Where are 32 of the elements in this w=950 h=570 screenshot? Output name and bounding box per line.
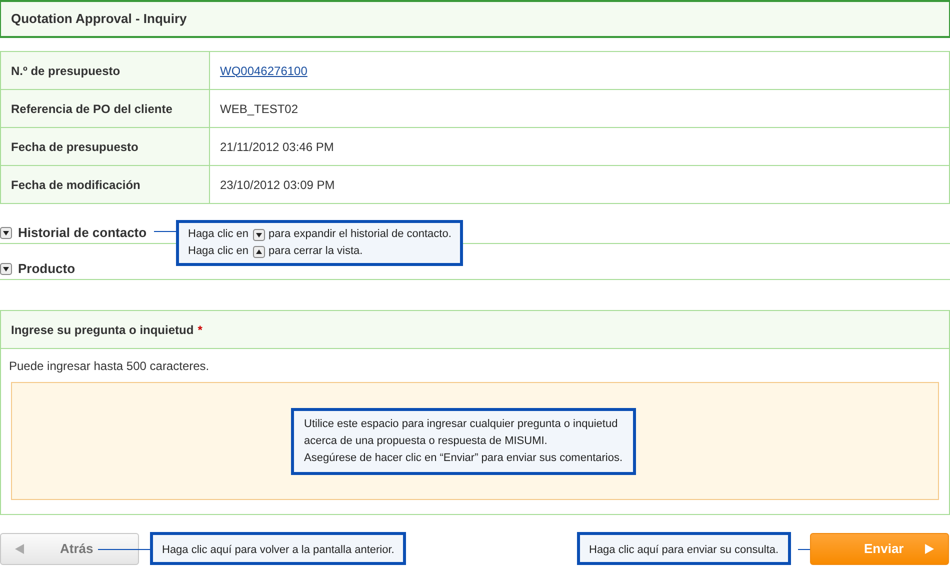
back-button[interactable]: Atrás <box>0 533 139 565</box>
field-value: 21/11/2012 03:46 PM <box>210 128 950 166</box>
inquiry-title: Ingrese su pregunta o inquietud <box>11 322 194 338</box>
callout-text: Asegúrese de hacer clic en “Enviar” para enviar sus comentarios. <box>304 451 623 466</box>
right-arrow-icon <box>925 544 934 554</box>
callout-text: para expandir el historial de contacto. <box>268 227 452 242</box>
field-value: WEB_TEST02 <box>210 90 950 128</box>
required-mark: * <box>198 322 202 338</box>
section-title[interactable]: Historial de contacto <box>18 222 147 242</box>
callout: Haga clic aquí para volver a la pantalla anterior. <box>150 532 406 565</box>
callout-text: Haga clic en <box>188 244 249 260</box>
field-label: Fecha de modificación <box>0 166 210 204</box>
expand-icon[interactable] <box>0 226 12 238</box>
left-arrow-icon <box>15 544 24 554</box>
expand-icon[interactable] <box>0 262 12 274</box>
field-label: Referencia de PO del cliente <box>0 90 210 128</box>
collapse-icon <box>252 246 265 258</box>
page-title: Quotation Approval - Inquiry <box>11 10 187 28</box>
callout: Haga clic aquí para enviar su consulta. <box>577 532 791 565</box>
leader-line <box>98 549 150 550</box>
callout-text: Utilice este espacio para ingresar cualquier pregunta o inquietud <box>304 417 619 432</box>
leader-line <box>798 549 810 550</box>
callout-text: para cerrar la vista. <box>268 244 363 260</box>
quote-number-link[interactable]: WQ0046276100 <box>220 64 308 78</box>
expand-icon <box>252 228 265 241</box>
field-label: Fecha de presupuesto <box>0 128 210 166</box>
field-label: N.º de presupuesto <box>0 52 210 90</box>
field-value: 23/10/2012 03:09 PM <box>210 166 950 204</box>
callout-text: Haga clic en <box>188 227 249 242</box>
section-title[interactable]: Producto <box>18 258 76 278</box>
callout-text: acerca de una propuesta o respuesta de MISUMI. <box>304 434 548 450</box>
hint-text: Puede ingresar hasta 500 caracteres. <box>8 358 210 375</box>
